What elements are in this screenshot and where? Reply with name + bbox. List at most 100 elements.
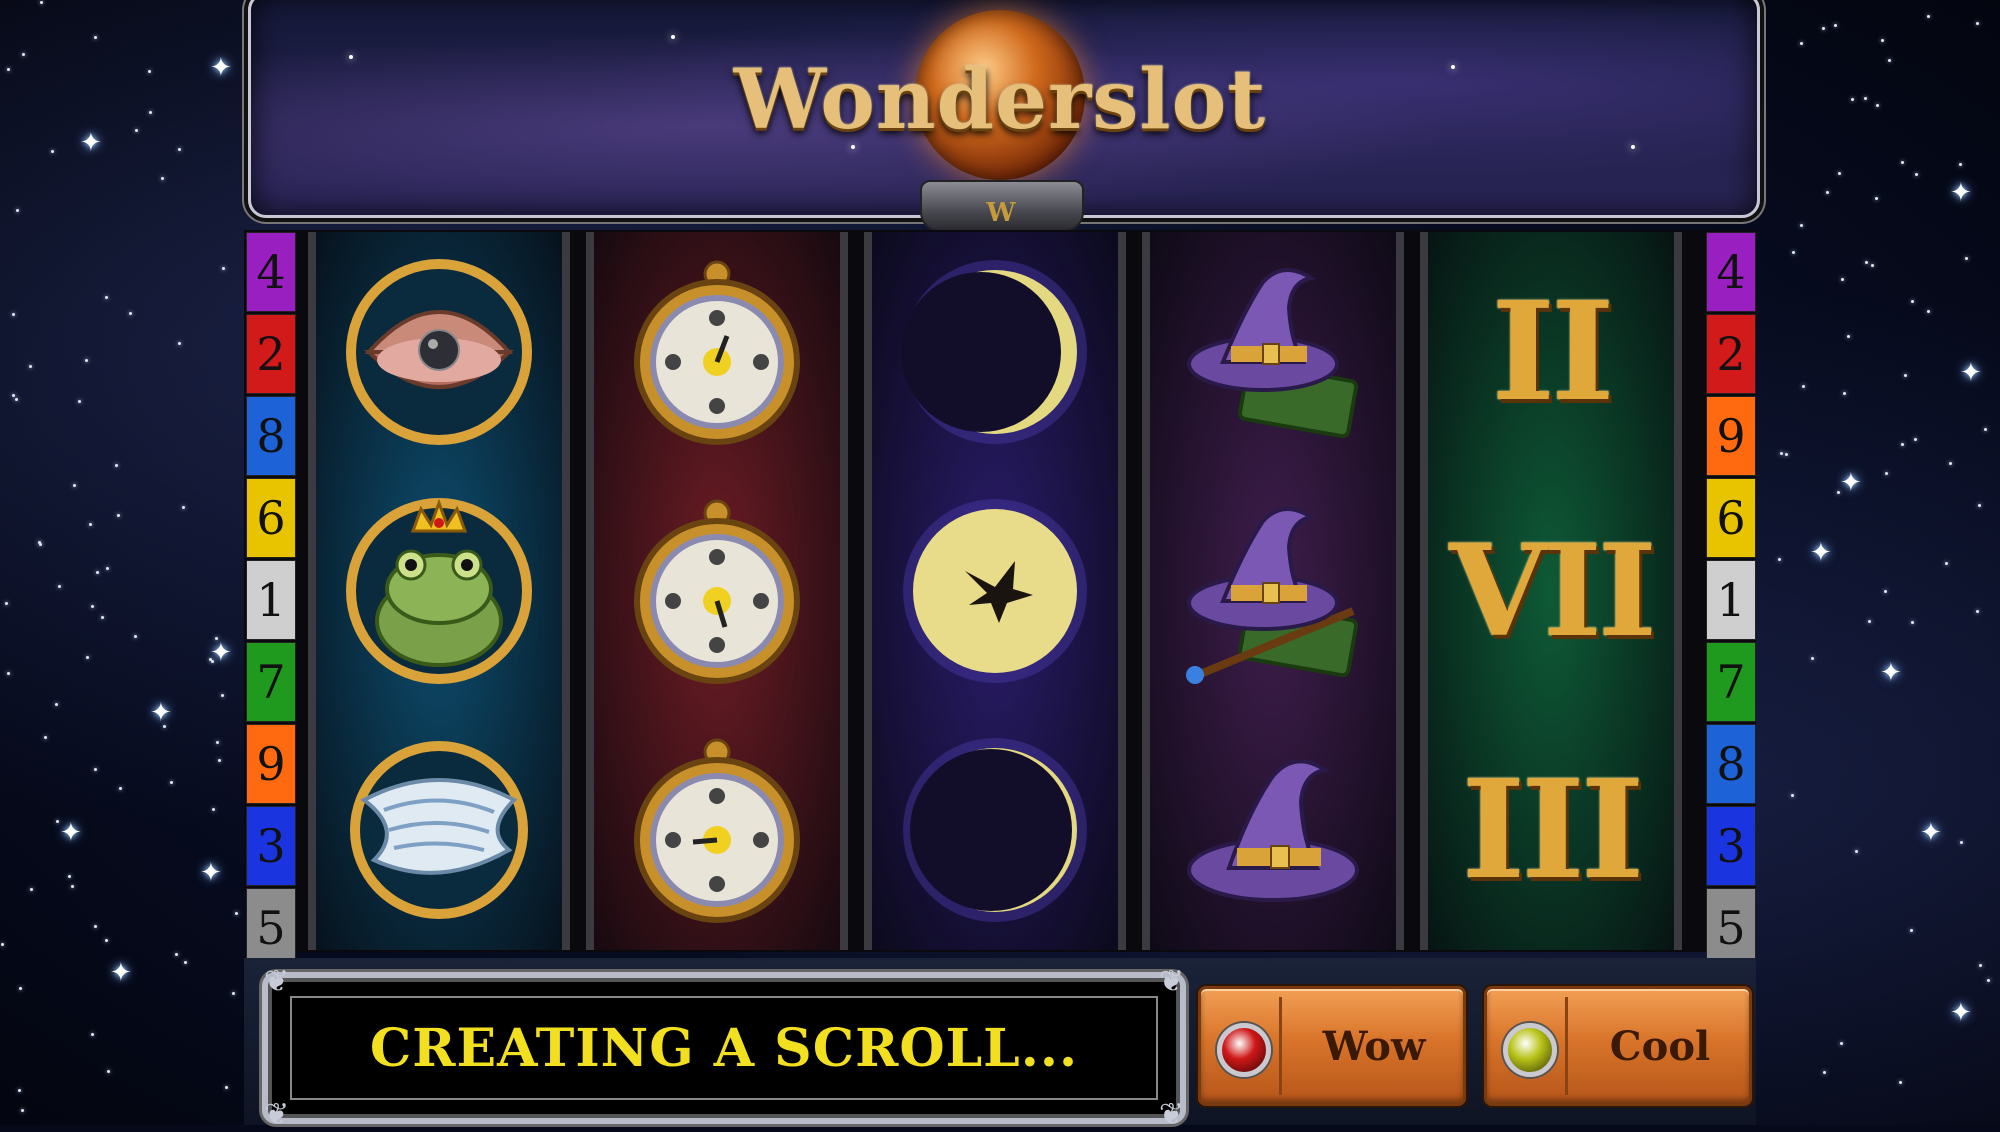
payline-number: 2 [1706, 314, 1756, 394]
star-dot [58, 584, 62, 588]
cool-button[interactable]: Cool [1484, 986, 1752, 1106]
symbol-full-moon-raven [872, 471, 1118, 710]
star-dot [5, 601, 9, 605]
symbol-wizard-hat-book [1150, 232, 1396, 471]
payline-numbers-right: 429617835 [1706, 232, 1756, 970]
star-icon: ✦ [110, 958, 132, 988]
wow-button[interactable]: Wow [1198, 986, 1466, 1106]
star-icon: ✦ [1920, 818, 1942, 848]
star-dot [1792, 250, 1796, 254]
symbol-roman-numeral: VII [1449, 516, 1657, 665]
symbol-tornado [316, 710, 562, 949]
star-dot [37, 540, 41, 544]
payline-number: 8 [1706, 724, 1756, 804]
star-dot [1909, 929, 1913, 933]
star-dot [1903, 373, 1907, 377]
symbol-pocket-watch [594, 471, 840, 710]
star-icon: ✦ [1840, 468, 1862, 498]
payline-number: 5 [1706, 888, 1756, 968]
star-dot [214, 636, 218, 640]
symbol-pearl-shell [316, 232, 562, 471]
symbol-crescent-moon [872, 232, 1118, 471]
reel-4 [1142, 232, 1404, 950]
wow-button-label: Wow [1322, 1022, 1426, 1070]
symbol-dark-moon [872, 710, 1118, 949]
payline-numbers-left: 428617935 [246, 232, 296, 970]
symbol-frog-prince [316, 471, 562, 710]
star-dot [1986, 979, 1990, 983]
star-icon: ✦ [200, 858, 222, 888]
star-dot [116, 513, 120, 517]
star-icon: ✦ [1960, 358, 1982, 388]
star-dot [1810, 656, 1814, 660]
payline-number: 8 [246, 396, 296, 476]
star-dot [1850, 97, 1854, 101]
star-dot [0, 942, 4, 946]
button-divider [1565, 997, 1568, 1095]
payline-number: 1 [246, 560, 296, 640]
frame-ornament: ❦ [1158, 964, 1184, 999]
button-divider [1279, 997, 1282, 1095]
payline-number: 7 [1706, 642, 1756, 722]
star-dot [220, 693, 224, 697]
payline-number: 3 [1706, 806, 1756, 886]
star-icon: ✦ [1810, 538, 1832, 568]
frame-ornament: ❦ [264, 964, 290, 999]
payline-number: 3 [246, 806, 296, 886]
star-dot [93, 35, 97, 39]
payline-number: 4 [1706, 232, 1756, 312]
star-dot [177, 342, 181, 346]
star-dot [1983, 428, 1987, 432]
star-dot [1900, 160, 1904, 164]
star-dot [90, 604, 94, 608]
payline-number: 6 [246, 478, 296, 558]
symbol-roman-numeral: II [1491, 271, 1614, 432]
star-dot [50, 150, 54, 154]
star-dot [1864, 96, 1868, 100]
star-dot [93, 925, 97, 929]
payline-number: 4 [246, 232, 296, 312]
star-dot [1836, 490, 1840, 494]
star-dot [1839, 1041, 1843, 1045]
yellow-light-icon [1503, 1023, 1557, 1077]
star-dot [234, 912, 238, 916]
payline-number: 7 [246, 642, 296, 722]
message-display: ❦ ❦ ❦ ❦ CREATING A SCROLL... [262, 964, 1186, 1132]
payline-number: 6 [1706, 478, 1756, 558]
star-dot [1854, 849, 1858, 853]
star-dot [88, 522, 92, 526]
star-icon: ✦ [80, 128, 102, 158]
star-dot [1799, 41, 1803, 45]
star-dot [1884, 472, 1888, 476]
star-dot [1887, 58, 1891, 62]
star-icon: ✦ [1880, 658, 1902, 688]
red-light-icon [1217, 1023, 1271, 1077]
game-logo: Wonderslot [733, 52, 1267, 148]
reel-2 [586, 232, 848, 950]
star-dot [18, 986, 22, 990]
symbol-pocket-watch [594, 710, 840, 949]
star-dot [1799, 224, 1803, 228]
star-dot [1978, 963, 1982, 967]
star-icon: ✦ [60, 818, 82, 848]
star-dot [217, 759, 221, 763]
reel-5: II VII III [1420, 232, 1682, 950]
payline-number: 9 [1706, 396, 1756, 476]
star-dot [1898, 1080, 1902, 1084]
frame-ornament: ❦ [264, 1097, 290, 1132]
cool-button-label: Cool [1609, 1022, 1711, 1070]
star-dot [133, 635, 137, 639]
symbol-roman-numeral: III [1461, 749, 1645, 910]
stand-emblem: W [986, 198, 1016, 228]
payline-number: 9 [246, 724, 296, 804]
symbol-wizard-hat [1150, 710, 1396, 949]
star-icon: ✦ [150, 698, 172, 728]
status-message: CREATING A SCROLL... [290, 996, 1158, 1100]
star-dot [1910, 300, 1914, 304]
symbol-wizard-hat-staff [1150, 471, 1396, 710]
reel-3 [864, 232, 1126, 950]
star-dot [1975, 21, 1979, 25]
star-dot [1837, 172, 1841, 176]
star-dot [181, 505, 185, 509]
star-dot [1927, 309, 1931, 313]
